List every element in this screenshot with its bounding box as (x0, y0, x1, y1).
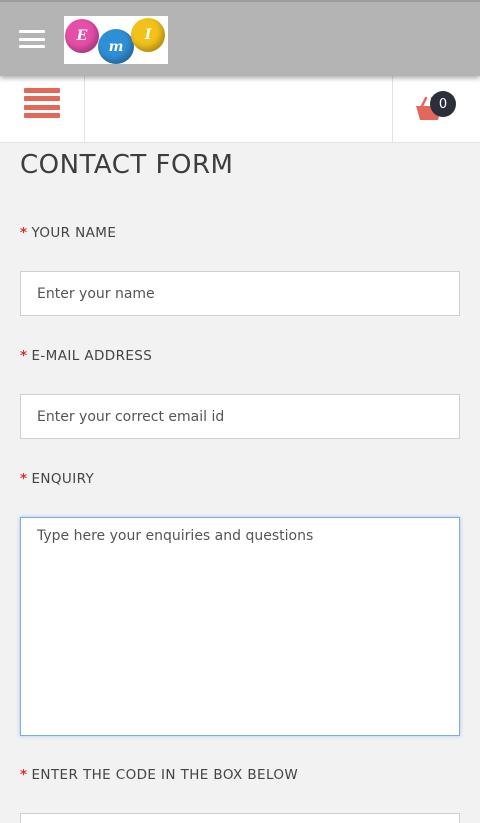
code-label-text: ENTER THE CODE IN THE BOX BELOW (31, 767, 299, 783)
logo-ball-e: E (65, 19, 99, 53)
captcha-code-box[interactable] (20, 813, 460, 823)
logo-ball-i: I (131, 18, 165, 52)
required-marker: * (20, 767, 28, 783)
enquiry-textarea[interactable] (20, 517, 460, 736)
required-marker: * (20, 225, 28, 241)
toolbar-divider (392, 76, 393, 142)
name-input[interactable] (20, 271, 460, 316)
cart-button[interactable]: 0 (414, 90, 458, 126)
emi-logo[interactable]: E m I (64, 16, 168, 64)
code-label: * ENTER THE CODE IN THE BOX BELOW (20, 767, 298, 783)
email-input[interactable] (20, 394, 460, 439)
app-header: E m I (0, 0, 480, 76)
required-marker: * (20, 348, 28, 364)
name-label: * YOUR NAME (20, 225, 116, 241)
logo-ball-m: m (98, 29, 134, 64)
cart-count-badge: 0 (430, 91, 456, 117)
page-title: CONTACT FORM (20, 150, 234, 180)
menu-list-icon[interactable] (24, 88, 60, 118)
hamburger-icon[interactable] (19, 30, 45, 48)
enquiry-label: * ENQUIRY (20, 471, 94, 487)
name-label-text: YOUR NAME (31, 225, 117, 241)
enquiry-label-text: ENQUIRY (31, 471, 95, 487)
toolbar-divider (84, 76, 85, 142)
email-label-text: E-MAIL ADDRESS (31, 348, 153, 364)
category-toolbar: 0 (0, 76, 480, 143)
email-label: * E-MAIL ADDRESS (20, 348, 152, 364)
required-marker: * (20, 471, 28, 487)
